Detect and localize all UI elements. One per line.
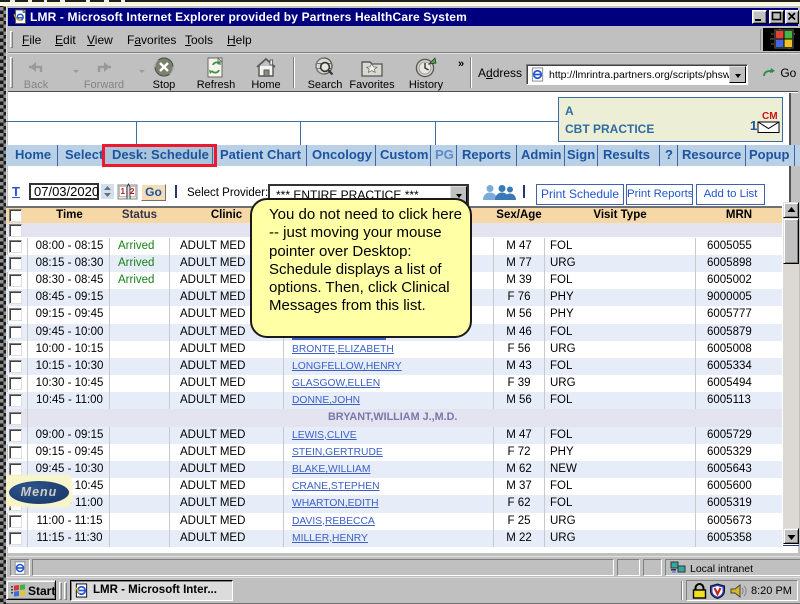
svg-text:2: 2 bbox=[130, 187, 135, 196]
svg-text:1: 1 bbox=[121, 187, 126, 196]
